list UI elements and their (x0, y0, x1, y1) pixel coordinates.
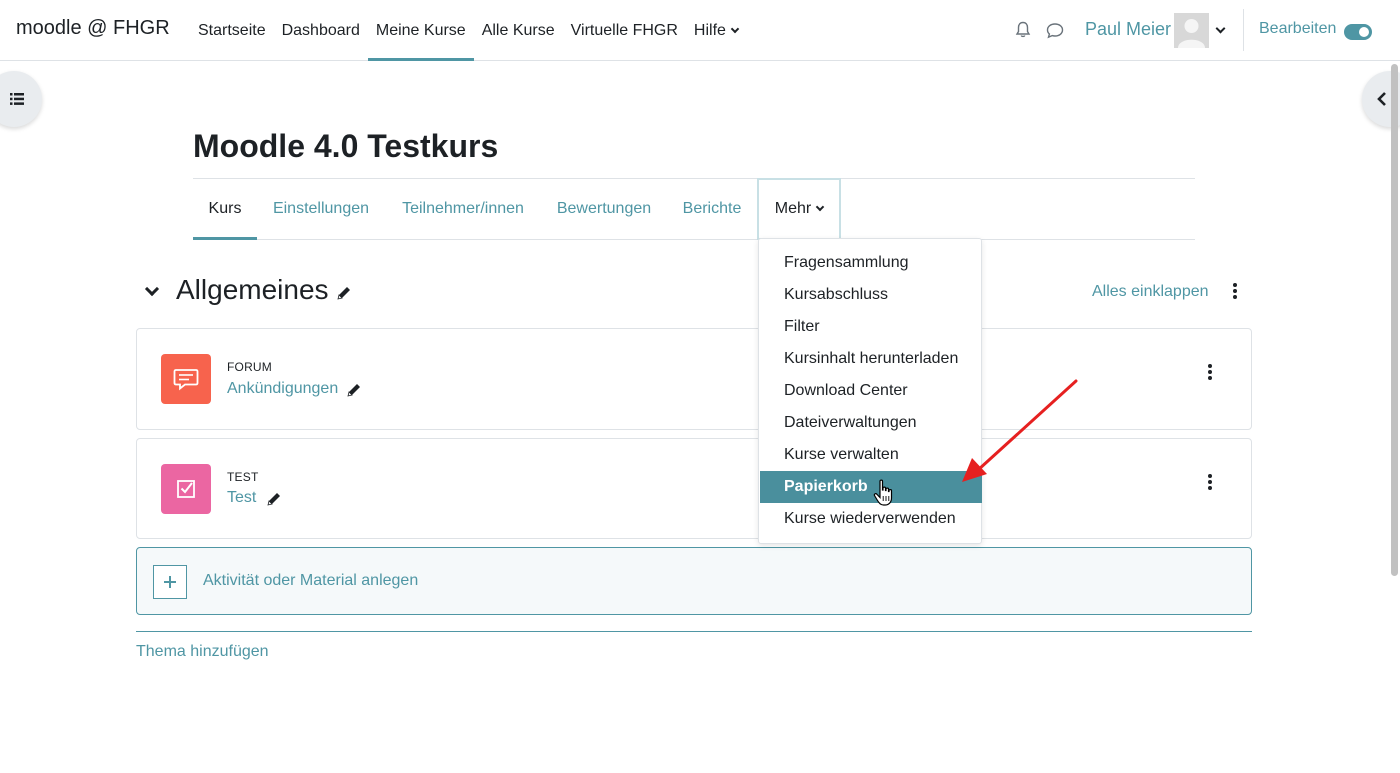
section-divider (136, 631, 1252, 632)
top-navbar: moodle @ FHGR Startseite Dashboard Meine… (0, 0, 1400, 61)
tab-kurs[interactable]: Kurs (193, 179, 257, 240)
avatar[interactable] (1174, 13, 1209, 48)
nav-item-dashboard[interactable]: Dashboard (274, 0, 368, 61)
menu-item-kurse-verwalten[interactable]: Kurse verwalten (760, 439, 982, 471)
activity-type-label: FORUM (227, 360, 272, 374)
user-menu-chevron-icon[interactable] (1215, 23, 1226, 34)
menu-item-papierkorb[interactable]: Papierkorb (760, 471, 982, 503)
page-title: Moodle 4.0 Testkurs (193, 128, 499, 164)
course-index-drawer-button[interactable] (0, 71, 42, 127)
section-title: Allgemeines (176, 274, 329, 305)
menu-item-fragensammlung[interactable]: Fragensammlung (760, 247, 982, 279)
menu-item-kursabschluss[interactable]: Kursabschluss (760, 279, 982, 311)
quiz-activity-icon (161, 464, 211, 514)
nav-item-meine-kurse[interactable]: Meine Kurse (367, 0, 474, 61)
more-dropdown-menu: Fragensammlung Kursabschluss Filter Kurs… (758, 238, 982, 544)
activity-actions-kebab-icon[interactable] (1208, 474, 1212, 490)
user-name[interactable]: Paul Meier (1085, 19, 1171, 40)
menu-item-filter[interactable]: Filter (760, 311, 982, 343)
list-icon (10, 93, 24, 105)
add-activity-button[interactable]: Aktivität oder Material anlegen (136, 547, 1252, 615)
chevron-left-icon (1377, 92, 1386, 106)
menu-item-kursinhalt-herunterladen[interactable]: Kursinhalt herunterladen (760, 343, 982, 375)
edit-mode-label: Bearbeiten (1259, 20, 1337, 37)
edit-pencil-icon[interactable] (346, 382, 362, 398)
activity-name-link[interactable]: Ankündigungen (227, 380, 338, 398)
add-activity-label: Aktivität oder Material anlegen (203, 572, 419, 589)
nav-item-virtuelle-fhgr[interactable]: Virtuelle FHGR (563, 0, 686, 61)
collapse-all-link[interactable]: Alles einklappen (1092, 283, 1209, 301)
nav-item-alle-kurse[interactable]: Alle Kurse (474, 0, 563, 61)
tab-berichte[interactable]: Berichte (667, 179, 757, 239)
edit-pencil-icon[interactable] (266, 491, 282, 507)
section-actions-kebab-icon[interactable] (1233, 283, 1237, 299)
messages-icon[interactable] (1046, 22, 1064, 39)
activity-name-link[interactable]: Test (227, 489, 256, 507)
primary-navigation: Startseite Dashboard Meine Kurse Alle Ku… (190, 0, 746, 61)
menu-item-download-center[interactable]: Download Center (760, 375, 982, 407)
page-scrollbar[interactable] (1391, 64, 1398, 576)
activity-type-label: TEST (227, 470, 259, 484)
notification-bell-icon[interactable] (1015, 21, 1031, 39)
plus-icon (153, 565, 187, 599)
default-user-icon (1174, 13, 1209, 48)
tab-mehr[interactable]: Mehr (757, 178, 841, 240)
tab-bewertungen[interactable]: Bewertungen (541, 179, 667, 239)
annotation-arrow-icon (962, 379, 1078, 482)
site-brand[interactable]: moodle @ FHGR (16, 17, 170, 40)
menu-item-dateiverwaltungen[interactable]: Dateiverwaltungen (760, 407, 982, 439)
add-topic-link[interactable]: Thema hinzufügen (136, 643, 269, 661)
edit-pencil-icon[interactable] (336, 285, 352, 301)
chevron-down-icon (815, 202, 825, 212)
tab-teilnehmer[interactable]: Teilnehmer/innen (385, 179, 541, 239)
menu-item-kurse-wiederverwenden[interactable]: Kurse wiederverwenden (760, 503, 982, 535)
course-secondary-navigation: Kurs Einstellungen Teilnehmer/innen Bewe… (193, 178, 1195, 240)
activity-actions-kebab-icon[interactable] (1208, 364, 1212, 380)
navbar-divider (1243, 9, 1244, 51)
section-collapse-chevron-icon[interactable] (144, 281, 160, 297)
nav-item-hilfe-label: Hilfe (693, 21, 726, 39)
chevron-down-icon (730, 24, 740, 33)
forum-activity-icon (161, 354, 211, 404)
tab-mehr-label: Mehr (774, 200, 812, 217)
hand-pointer-cursor-icon (873, 479, 893, 506)
edit-mode-toggle[interactable] (1344, 24, 1372, 40)
nav-item-startseite[interactable]: Startseite (190, 0, 274, 61)
nav-item-hilfe[interactable]: Hilfe (686, 0, 746, 61)
tab-einstellungen[interactable]: Einstellungen (257, 179, 385, 239)
